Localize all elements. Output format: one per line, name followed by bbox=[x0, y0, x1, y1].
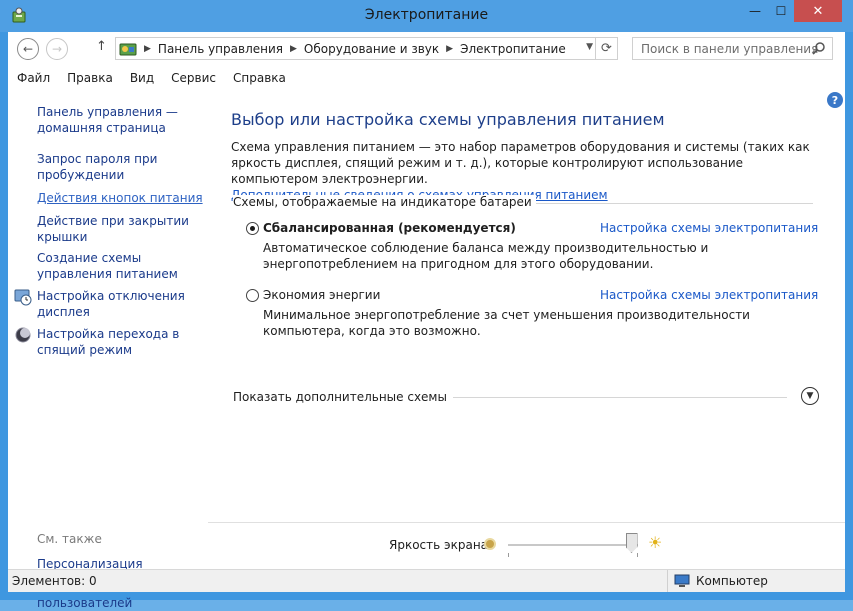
plan-power-saver-radio[interactable] bbox=[246, 289, 259, 302]
plan-balanced-settings-link[interactable]: Настройка схемы электропитания bbox=[600, 221, 818, 235]
search-icon[interactable] bbox=[812, 41, 826, 55]
see-also-heading: См. также bbox=[37, 532, 102, 546]
display-clock-icon bbox=[14, 289, 32, 306]
plan-balanced-radio[interactable] bbox=[246, 222, 259, 235]
radio-selected-dot bbox=[250, 226, 255, 231]
page-description: Схема управления питанием — это набор па… bbox=[231, 139, 811, 203]
search-placeholder: Поиск в панели управления bbox=[641, 42, 819, 56]
show-more-plans[interactable]: Показать дополнительные схемы ▼ bbox=[233, 387, 819, 410]
sidebar-item-password-on-wake[interactable]: Запрос пароля при пробуждении bbox=[37, 151, 207, 183]
status-bar: Элементов: 0 Компьютер bbox=[8, 569, 845, 592]
back-button[interactable]: ← bbox=[17, 38, 39, 60]
help-icon[interactable]: ? bbox=[827, 92, 843, 108]
sidebar-item-create-plan[interactable]: Создание схемы управления питанием bbox=[37, 250, 207, 282]
window-title: Электропитание bbox=[364, 7, 489, 23]
breadcrumb-hardware-sound[interactable]: Оборудование и звук bbox=[304, 42, 439, 56]
status-location: Компьютер bbox=[667, 570, 768, 592]
sidebar-item-sleep[interactable]: Настройка перехода в спящий режим bbox=[37, 326, 207, 358]
menu-tools[interactable]: Сервис bbox=[162, 71, 224, 85]
window: Электропитание — ☐ ✕ ← → ↑ ▶ Панель упра… bbox=[0, 0, 853, 610]
title-bar[interactable]: Электропитание — ☐ ✕ bbox=[0, 0, 853, 32]
brightness-slider-track[interactable] bbox=[508, 544, 638, 546]
plans-group-header: Схемы, отображаемые на индикаторе батаре… bbox=[233, 195, 813, 215]
sidebar-item-display-off[interactable]: Настройка отключения дисплея bbox=[37, 288, 207, 320]
address-bar[interactable]: ▶ Панель управления ▶ Оборудование и зву… bbox=[115, 37, 618, 60]
menu-bar: Файл Правка Вид Сервис Справка bbox=[8, 66, 845, 90]
sidebar-item-control-panel-home[interactable]: Панель управления — домашняя страница bbox=[37, 104, 207, 136]
description-text: Схема управления питанием — это набор па… bbox=[231, 140, 810, 186]
breadcrumb-power-options[interactable]: Электропитание bbox=[460, 42, 566, 56]
breadcrumb-separator-icon[interactable]: ▶ bbox=[290, 44, 297, 54]
search-input[interactable]: Поиск в панели управления bbox=[632, 37, 833, 60]
slider-tick bbox=[637, 553, 638, 557]
brightness-bar: Яркость экрана: ☀ bbox=[208, 522, 845, 562]
plan-power-saver-description: Минимальное энергопотребление за счет ум… bbox=[263, 308, 750, 338]
sleep-moon-icon bbox=[15, 327, 31, 343]
slider-tick bbox=[508, 553, 509, 557]
sidebar-item-power-buttons[interactable]: Действия кнопок питания bbox=[37, 190, 207, 206]
menu-help[interactable]: Справка bbox=[224, 71, 294, 85]
plan-balanced-name[interactable]: Сбалансированная (рекомендуется) bbox=[263, 221, 516, 235]
menu-edit[interactable]: Правка bbox=[58, 71, 121, 85]
breadcrumb-control-panel[interactable]: Панель управления bbox=[158, 42, 283, 56]
address-history-dropdown-icon[interactable]: ▼ bbox=[586, 42, 593, 52]
menu-file[interactable]: Файл bbox=[8, 71, 58, 85]
sidebar: Панель управления — домашняя страница За… bbox=[8, 90, 208, 610]
close-button[interactable]: ✕ bbox=[794, 0, 842, 22]
maximize-button[interactable]: ☐ bbox=[768, 0, 794, 22]
minimize-button[interactable]: — bbox=[742, 0, 768, 22]
chevron-down-icon[interactable]: ▼ bbox=[801, 387, 819, 405]
main-content: Выбор или настройка схемы управления пит… bbox=[231, 110, 831, 405]
plan-power-saver-settings-link[interactable]: Настройка схемы электропитания bbox=[600, 288, 818, 302]
computer-icon bbox=[674, 574, 690, 587]
menu-view[interactable]: Вид bbox=[121, 71, 162, 85]
status-item-count: Элементов: 0 bbox=[12, 574, 97, 588]
plan-balanced-description: Автоматическое соблюдение баланса между … bbox=[263, 241, 709, 271]
brightness-label: Яркость экрана: bbox=[389, 538, 493, 552]
brightness-slider-thumb[interactable] bbox=[625, 533, 638, 553]
breadcrumb-separator-icon: ▶ bbox=[144, 43, 151, 54]
status-location-text: Компьютер bbox=[696, 574, 768, 588]
sidebar-item-lid-close[interactable]: Действие при закрытии крышки bbox=[37, 213, 207, 245]
up-button[interactable]: ↑ bbox=[96, 39, 107, 54]
plan-power-saver-name[interactable]: Экономия энергии bbox=[263, 288, 380, 302]
window-client: ← → ↑ ▶ Панель управления ▶ Оборудование… bbox=[8, 32, 845, 610]
forward-button[interactable]: → bbox=[46, 38, 68, 60]
page-title: Выбор или настройка схемы управления пит… bbox=[231, 110, 665, 129]
plans-group-label: Схемы, отображаемые на индикаторе батаре… bbox=[233, 195, 536, 209]
address-toolbar: ← → ↑ ▶ Панель управления ▶ Оборудование… bbox=[8, 32, 845, 66]
dim-brightness-icon bbox=[484, 538, 496, 550]
show-more-plans-label[interactable]: Показать дополнительные схемы bbox=[233, 390, 453, 404]
bright-sun-icon: ☀ bbox=[648, 533, 663, 552]
breadcrumb-separator-icon[interactable]: ▶ bbox=[446, 44, 453, 54]
refresh-button[interactable]: ⟳ bbox=[595, 38, 617, 59]
control-panel-icon bbox=[119, 43, 137, 55]
